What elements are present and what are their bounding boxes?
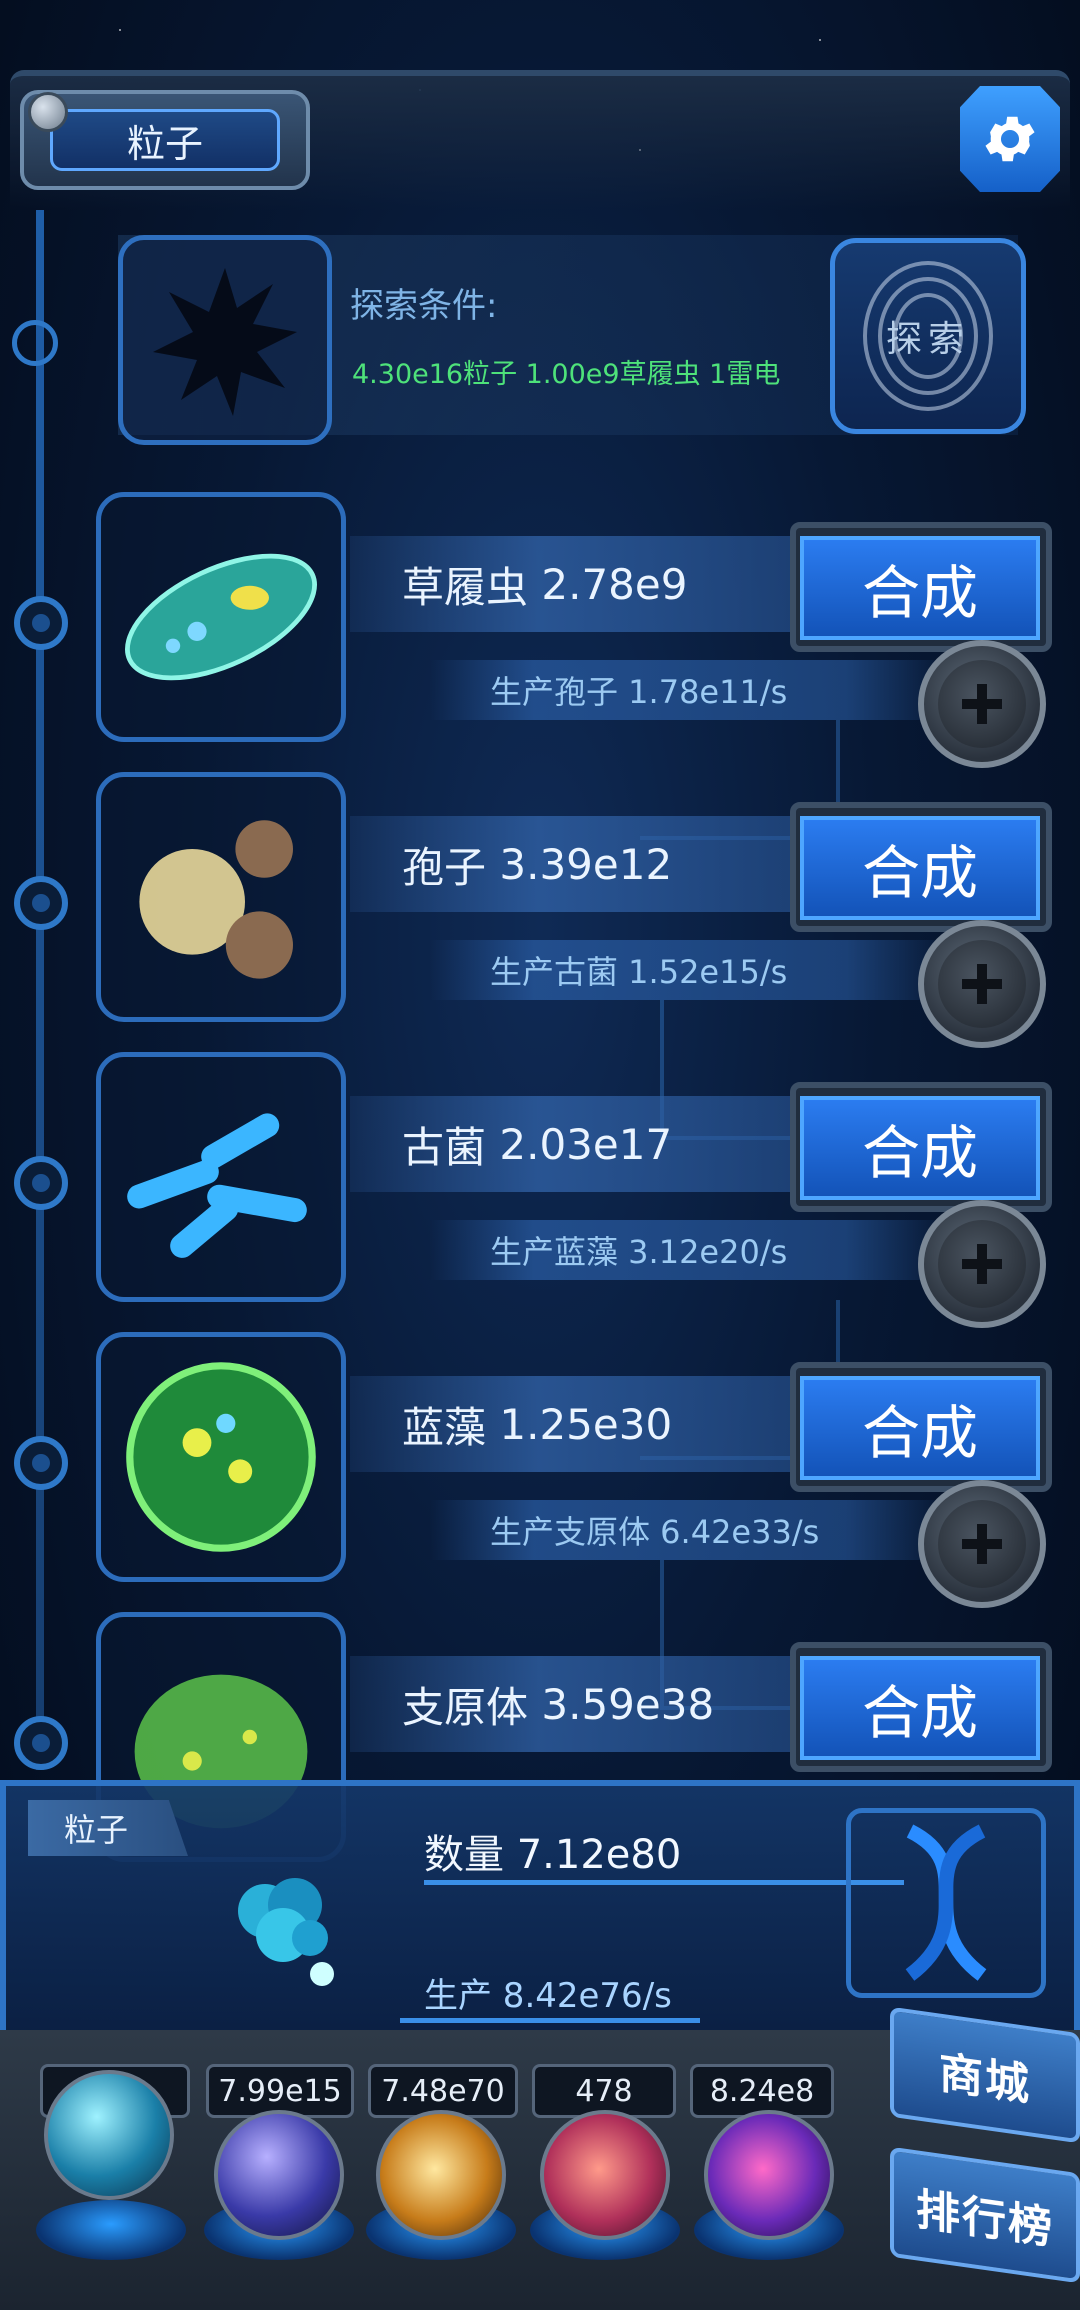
upgrade-button[interactable] [918, 640, 1046, 768]
gear-icon [985, 116, 1035, 162]
galaxy-orb-icon[interactable] [376, 2110, 506, 2240]
eye-icon [12, 320, 58, 366]
species-amount: 3.59e38 [541, 1679, 715, 1729]
species-name: 古菌 [402, 1122, 487, 1172]
combine-button[interactable]: 合成 [800, 1376, 1040, 1480]
explore-button[interactable]: 探索 [830, 238, 1026, 434]
particle-panel-label: 粒子 [28, 1800, 188, 1856]
plus-icon [938, 660, 1026, 748]
combine-button[interactable]: 合成 [800, 536, 1040, 640]
species-name-bar: 蓝藻 1.25e30 [350, 1376, 820, 1472]
combine-button[interactable]: 合成 [800, 1656, 1040, 1760]
species-production: 生产支原体 6.42e33/s [430, 1500, 950, 1560]
settings-button[interactable] [960, 86, 1060, 192]
orb-pedestal [36, 2200, 186, 2260]
species-amount: 3.39e12 [499, 839, 673, 889]
dna-helix-graphic [905, 1824, 987, 1981]
particle-production: 生产 8.42e76/s [424, 1976, 672, 2016]
spore-icon [139, 820, 293, 979]
upgrade-button[interactable] [918, 920, 1046, 1048]
unknown-species-slot [118, 235, 332, 445]
category-tab-label: 粒子 [50, 109, 280, 171]
plus-icon [938, 1220, 1026, 1308]
species-amount: 2.78e9 [541, 559, 688, 609]
species-image-slot [96, 772, 346, 1022]
plus-icon [938, 940, 1026, 1028]
species-row-cyanobacteria: 蓝藻 1.25e30 生产支原体 6.42e33/s 合成 [0, 1332, 1080, 1612]
species-amount: 2.03e17 [499, 1119, 673, 1169]
species-amount: 1.25e30 [499, 1399, 673, 1449]
species-name: 草履虫 [402, 562, 529, 612]
combine-button[interactable]: 合成 [800, 816, 1040, 920]
explore-condition-text: 4.30e16粒子 1.00e9草履虫 1雷电 [352, 359, 781, 390]
paramecium-icon [125, 553, 317, 681]
species-production: 生产蓝藻 3.12e20/s [430, 1220, 950, 1280]
particle-orb-icon[interactable] [44, 2070, 174, 2200]
production-connector-line [400, 2018, 700, 2023]
explore-button-label: 探索 [885, 319, 970, 360]
unknown-species-icon [153, 268, 297, 416]
upgrade-button[interactable] [918, 1200, 1046, 1328]
species-name-bar: 孢子 3.39e12 [350, 816, 820, 912]
species-row-paramecium: 草履虫 2.78e9 生产孢子 1.78e11/s 合成 [0, 492, 1080, 772]
species-image-slot [96, 492, 346, 742]
species-row-spore: 孢子 3.39e12 生产古菌 1.52e15/s 合成 [0, 772, 1080, 1052]
species-name-bar: 草履虫 2.78e9 [350, 536, 820, 632]
explore-condition-title: 探索条件: [350, 286, 498, 326]
screw-icon [28, 92, 68, 132]
species-row-archaea: 古菌 2.03e17 生产蓝藻 3.12e20/s 合成 [0, 1052, 1080, 1332]
brain-orb-icon[interactable] [540, 2110, 670, 2240]
combine-button[interactable]: 合成 [800, 1096, 1040, 1200]
species-name-bar: 古菌 2.03e17 [350, 1096, 820, 1192]
cyanobacteria-icon [126, 1362, 316, 1552]
archaea-icon [127, 1113, 307, 1258]
species-image-slot [96, 1052, 346, 1302]
species-name-bar: 支原体 3.59e38 [350, 1656, 820, 1752]
particle-count: 数量 7.12e80 [424, 1832, 682, 1878]
dna-icon [846, 1808, 1046, 1998]
species-image-slot [96, 1332, 346, 1582]
particle-cluster-icon [238, 1878, 334, 1986]
species-name: 蓝藻 [402, 1402, 487, 1452]
species-name: 孢子 [402, 842, 487, 892]
lightning-orb-icon[interactable] [214, 2110, 344, 2240]
upgrade-button[interactable] [918, 1480, 1046, 1608]
plus-icon [938, 1500, 1026, 1588]
species-production: 生产古菌 1.52e15/s [430, 940, 950, 1000]
vortex-orb-icon[interactable] [704, 2110, 834, 2240]
species-production: 生产孢子 1.78e11/s [430, 660, 950, 720]
species-name: 支原体 [402, 1682, 529, 1732]
count-connector-line [424, 1880, 904, 1885]
